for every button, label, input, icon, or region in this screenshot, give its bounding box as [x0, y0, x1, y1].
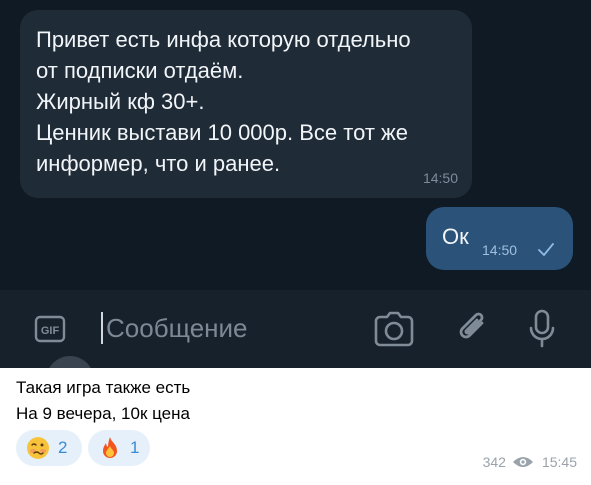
- message-line: Ценник выстави 10 000р. Все тот же: [36, 120, 408, 145]
- message-line: от подписки отдаём.: [36, 58, 244, 83]
- post-time: 15:45: [541, 454, 577, 470]
- fire-icon: [103, 437, 117, 458]
- reaction-fire[interactable]: 1: [88, 430, 150, 466]
- camera-icon[interactable]: [374, 310, 414, 348]
- message-composer: GIF: [0, 290, 591, 368]
- incoming-message-time: 14:50: [422, 170, 458, 186]
- paperclip-icon[interactable]: [455, 309, 489, 347]
- woozy-face-icon: [27, 437, 49, 459]
- post-caption-area: Такая игра также есть На 9 вечера, 10к ц…: [0, 368, 591, 485]
- message-line: информер, что и ранее.: [36, 151, 281, 176]
- check-icon: [538, 243, 554, 256]
- incoming-message-bubble: Привет есть инфа которую отдельно от под…: [20, 10, 472, 198]
- text-caret: [101, 312, 103, 344]
- view-count: 342: [482, 454, 506, 470]
- caption-line: Такая игра также есть: [16, 378, 191, 397]
- outgoing-message-bubble: Ок 14:50: [426, 207, 573, 270]
- reaction-woozy-face[interactable]: 2: [16, 430, 82, 466]
- outgoing-message-time: 14:50: [482, 242, 518, 258]
- microphone-icon[interactable]: [527, 308, 557, 350]
- post-meta: 342 15:45: [483, 454, 577, 470]
- reaction-count: 2: [58, 438, 68, 457]
- gif-icon[interactable]: GIF: [33, 314, 67, 344]
- embedded-chat-screenshot: Привет есть инфа которую отдельно от под…: [0, 0, 591, 368]
- svg-text:GIF: GIF: [41, 325, 60, 337]
- eye-icon: [512, 457, 533, 467]
- message-line: Привет есть инфа которую отдельно: [36, 27, 411, 52]
- outgoing-message-text: Ок: [442, 224, 469, 249]
- reaction-count: 1: [130, 438, 140, 457]
- message-line: Жирный кф 30+.: [36, 89, 205, 114]
- message-input[interactable]: [106, 310, 346, 346]
- caption-line: На 9 вечера, 10к цена: [16, 404, 190, 423]
- incoming-message-text: Привет есть инфа которую отдельно от под…: [36, 24, 466, 179]
